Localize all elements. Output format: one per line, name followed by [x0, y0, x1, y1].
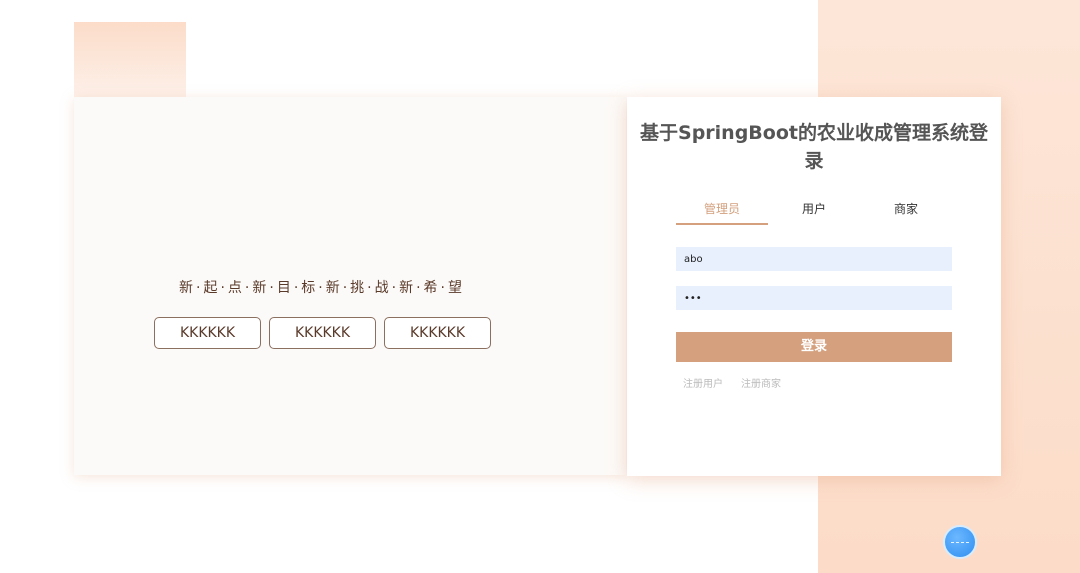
hero-button-3[interactable]: KKKKKK	[384, 317, 491, 349]
register-links: 注册用户 注册商家	[683, 375, 781, 390]
assistant-bubble-icon[interactable]	[943, 525, 977, 559]
role-tabs: 管理员 用户 商家	[676, 201, 952, 225]
login-card: 基于SpringBoot的农业收成管理系统登录 管理员 用户 商家 登录 注册用…	[627, 97, 1001, 476]
hero-button-1[interactable]: KKKKKK	[154, 317, 261, 349]
hero-button-row: KKKKKK KKKKKK KKKKKK	[154, 317, 491, 349]
decorative-square	[74, 22, 186, 100]
hero-button-2[interactable]: KKKKKK	[269, 317, 376, 349]
register-merchant-link[interactable]: 注册商家	[741, 375, 781, 390]
login-button[interactable]: 登录	[676, 332, 952, 362]
tab-admin[interactable]: 管理员	[676, 201, 768, 225]
hero-slogan: 新·起·点·新·目·标·新·挑·战·新·希·望	[179, 280, 465, 296]
login-title: 基于SpringBoot的农业收成管理系统登录	[640, 122, 988, 172]
hero-panel: 新·起·点·新·目·标·新·挑·战·新·希·望 KKKKKK KKKKKK KK…	[74, 97, 626, 475]
tab-user[interactable]: 用户	[768, 201, 860, 223]
tab-merchant[interactable]: 商家	[860, 201, 952, 223]
password-input[interactable]	[676, 286, 952, 310]
register-user-link[interactable]: 注册用户	[683, 375, 723, 390]
username-input[interactable]	[676, 247, 952, 271]
